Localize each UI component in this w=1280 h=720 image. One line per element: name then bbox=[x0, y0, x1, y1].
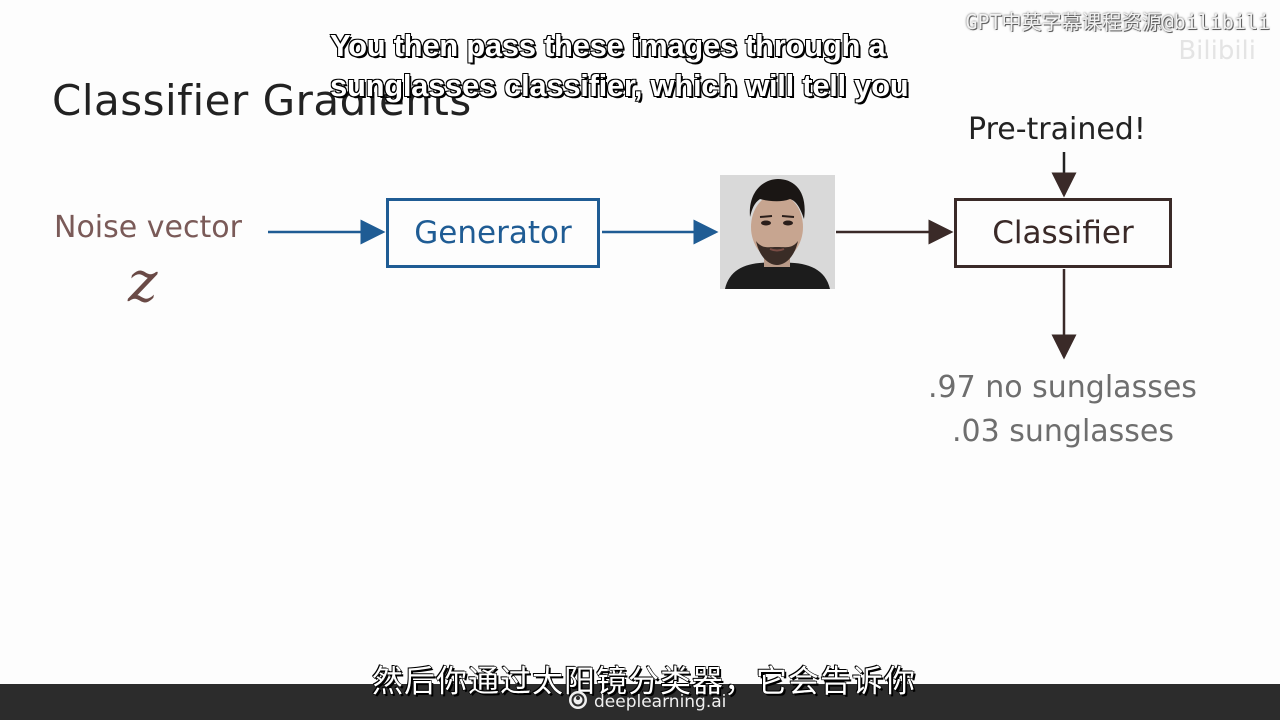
classifier-box: Classifier bbox=[954, 198, 1172, 268]
output-sunglasses: .03 sunglasses bbox=[952, 414, 1175, 449]
diagram-arrows bbox=[268, 152, 1077, 360]
deeplearning-brand: deeplearning.ai bbox=[568, 690, 726, 714]
generator-box: Generator bbox=[386, 198, 600, 268]
deeplearning-logo-icon bbox=[568, 690, 588, 714]
generator-label: Generator bbox=[414, 215, 572, 251]
pretrained-label: Pre-trained! bbox=[968, 112, 1146, 147]
generated-face-image bbox=[720, 175, 835, 289]
noise-z-symbol: z bbox=[128, 250, 158, 315]
classifier-label: Classifier bbox=[992, 215, 1134, 251]
deeplearning-brand-text: deeplearning.ai bbox=[594, 692, 727, 712]
noise-vector-label: Noise vector bbox=[54, 210, 242, 245]
output-no-sunglasses: .97 no sunglasses bbox=[928, 370, 1197, 405]
